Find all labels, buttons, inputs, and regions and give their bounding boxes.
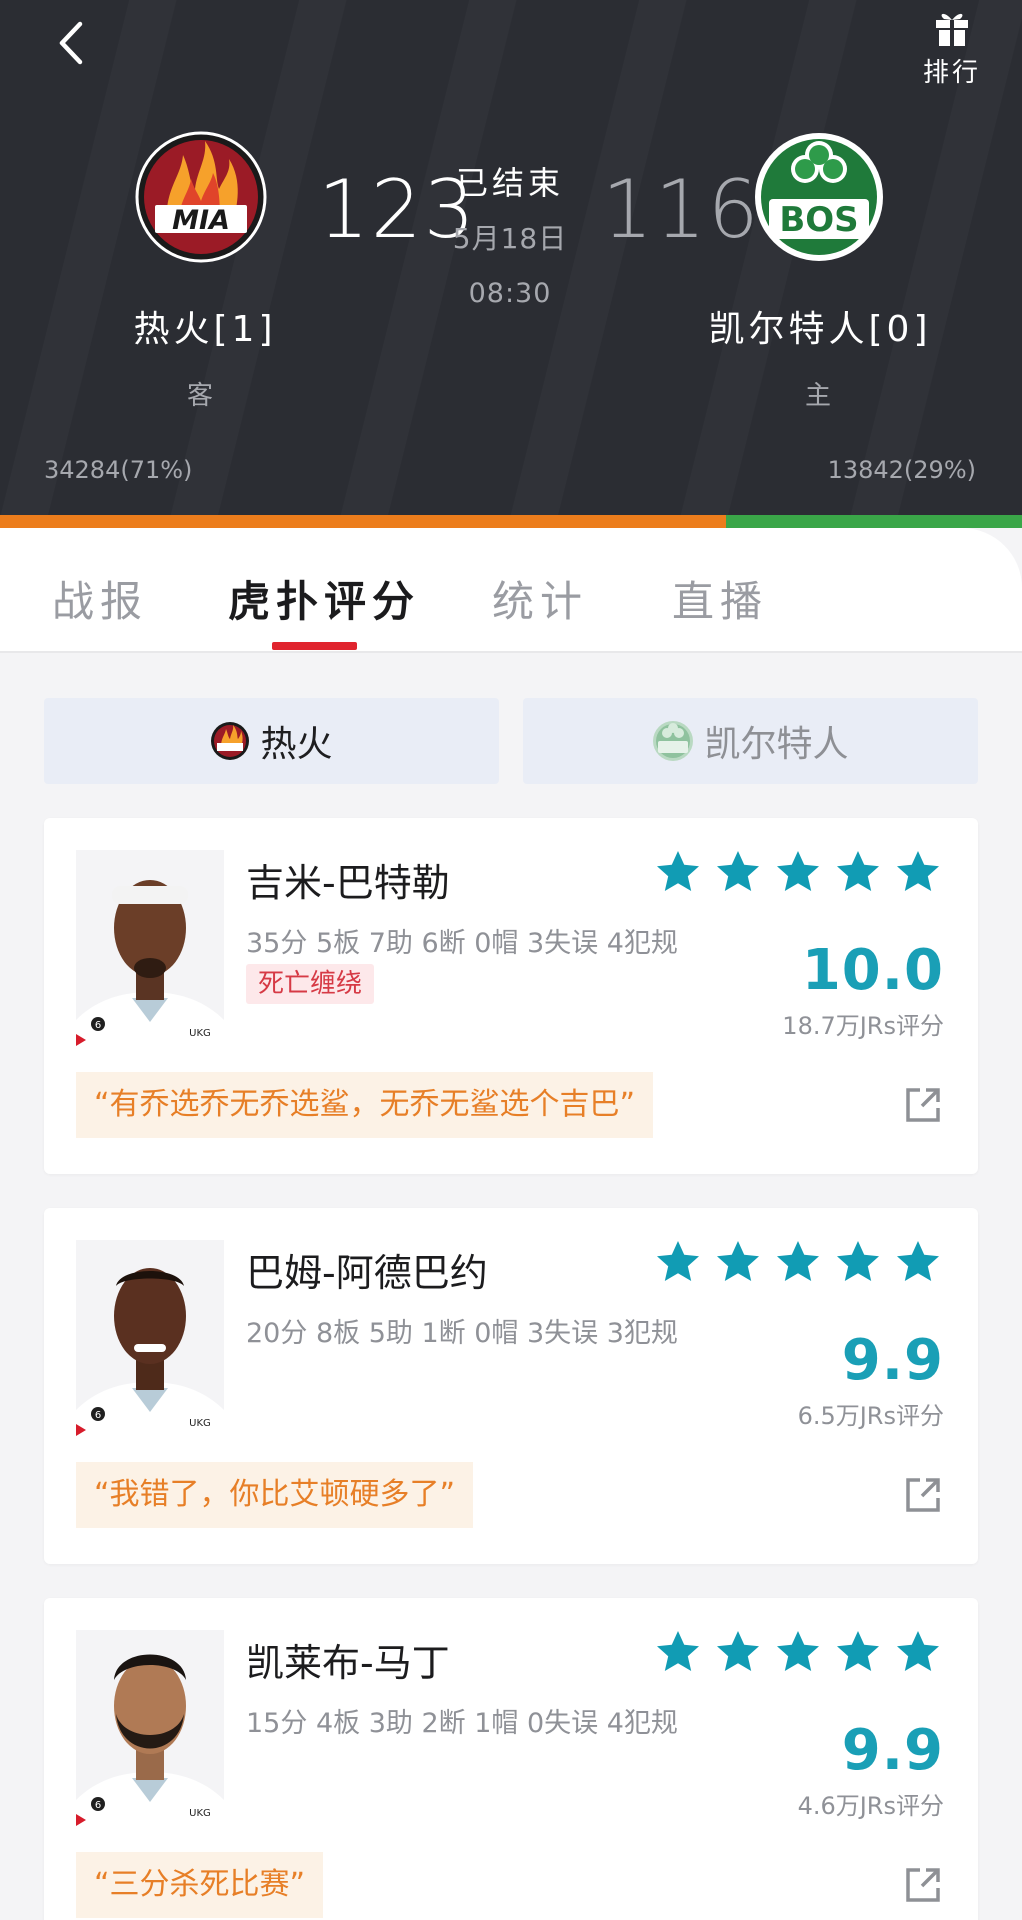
tab-bar: 战报 虎扑评分 统计 直播 bbox=[0, 528, 1022, 653]
svg-text:6: 6 bbox=[95, 1410, 101, 1421]
share-button[interactable] bbox=[904, 1086, 942, 1124]
star-icon bbox=[897, 851, 939, 891]
away-vote-count: 13842(29%) bbox=[827, 456, 976, 484]
star-icon bbox=[657, 1631, 699, 1671]
back-button[interactable] bbox=[50, 18, 100, 68]
tab-stats[interactable]: 统计 bbox=[492, 568, 588, 629]
share-icon bbox=[906, 1088, 940, 1122]
team-toggle-heat-label: 热火 bbox=[260, 724, 333, 765]
star-icon bbox=[837, 1241, 879, 1281]
chevron-left-icon bbox=[59, 21, 83, 65]
away-team-name[interactable]: 凯尔特人[0] bbox=[700, 300, 940, 352]
share-icon bbox=[906, 1478, 940, 1512]
ranking-label: 排行 bbox=[922, 58, 981, 88]
player-tag: 死亡缠绕 bbox=[246, 964, 375, 1004]
star-icon bbox=[717, 1631, 759, 1671]
player-score: 9.9 bbox=[841, 1718, 944, 1783]
heat-mini-logo bbox=[211, 722, 250, 760]
away-team-side: 主 bbox=[804, 381, 831, 411]
player-photo: 6 UKG bbox=[76, 1240, 224, 1436]
svg-text:6: 6 bbox=[95, 1800, 101, 1811]
star-icon bbox=[717, 851, 759, 891]
team-toggle-heat[interactable]: 热火 bbox=[44, 698, 499, 784]
star-icon bbox=[777, 1631, 819, 1671]
star-icon bbox=[777, 1241, 819, 1281]
tab-hupu-rating[interactable]: 虎扑评分 bbox=[228, 568, 420, 629]
celtics-mini-logo bbox=[653, 721, 694, 761]
star-icon bbox=[717, 1241, 759, 1281]
game-time: 08:30 bbox=[468, 278, 552, 309]
player-stats: 35分 5板 7助 6断 0帽 3失误 4犯规 bbox=[246, 928, 678, 959]
star-icon bbox=[837, 1631, 879, 1671]
share-icon bbox=[906, 1868, 940, 1902]
star-icon bbox=[897, 1241, 939, 1281]
player-quote[interactable]: “我错了，你比艾顿硬多了” bbox=[76, 1462, 474, 1528]
vote-bar bbox=[0, 515, 1022, 528]
player-photo: 6 UKG bbox=[76, 850, 224, 1046]
player-photo: 6 UKG bbox=[76, 1630, 224, 1826]
star-icon bbox=[657, 1241, 699, 1281]
tab-report[interactable]: 战报 bbox=[52, 568, 148, 629]
home-vote-count: 34284(71%) bbox=[44, 456, 193, 484]
ratings-panel: 战报 虎扑评分 统计 直播 热火 凯尔特人 6 UKG 吉米-巴特勒 35分 5… bbox=[0, 528, 1022, 1920]
player-score: 10.0 bbox=[801, 938, 944, 1003]
player-stats: 15分 4板 3助 2断 1帽 0失误 4犯规 bbox=[246, 1708, 678, 1739]
tab-live[interactable]: 直播 bbox=[672, 568, 768, 629]
team-toggle-celtics[interactable]: 凯尔特人 bbox=[523, 698, 978, 784]
svg-text:6: 6 bbox=[95, 1020, 101, 1031]
player-card[interactable]: 6 UKG 巴姆-阿德巴约 20分 8板 5助 1断 0帽 3失误 3犯规 9.… bbox=[44, 1208, 978, 1564]
active-tab-indicator bbox=[272, 642, 357, 650]
player-quote[interactable]: “三分杀死比赛” bbox=[76, 1852, 324, 1918]
svg-text:BOS: BOS bbox=[779, 200, 858, 240]
player-name: 吉米-巴特勒 bbox=[246, 861, 450, 905]
star-icon bbox=[777, 851, 819, 891]
star-rating bbox=[654, 848, 942, 896]
background-stripe bbox=[479, 0, 707, 528]
star-icon bbox=[837, 851, 879, 891]
svg-text:UKG: UKG bbox=[189, 1808, 211, 1819]
celtics-logo[interactable]: BOS bbox=[751, 129, 887, 265]
player-rating-count: 4.6万JRs评分 bbox=[797, 1792, 944, 1820]
home-team-name[interactable]: 热火[1] bbox=[120, 300, 290, 352]
home-vote-segment bbox=[0, 515, 726, 528]
player-rating-count: 6.5万JRs评分 bbox=[797, 1402, 944, 1430]
player-rating-count: 18.7万JRs评分 bbox=[782, 1012, 944, 1040]
gift-icon bbox=[936, 13, 968, 46]
ranking-button[interactable]: 排行 bbox=[912, 6, 992, 94]
background-stripe bbox=[309, 0, 537, 528]
home-team-side: 客 bbox=[186, 381, 213, 411]
star-icon bbox=[657, 851, 699, 891]
player-card[interactable]: 6 UKG 吉米-巴特勒 35分 5板 7助 6断 0帽 3失误 4犯规 死亡缠… bbox=[44, 818, 978, 1174]
player-name: 巴姆-阿德巴约 bbox=[246, 1251, 488, 1295]
player-name: 凯莱布-马丁 bbox=[246, 1641, 450, 1685]
star-rating bbox=[654, 1238, 942, 1286]
player-quote[interactable]: “有乔选乔无乔选鲨，无乔无鲨选个吉巴” bbox=[76, 1072, 654, 1138]
game-date: 5月18日 bbox=[452, 222, 568, 255]
player-card[interactable]: 6 UKG 凯莱布-马丁 15分 4板 3助 2断 1帽 0失误 4犯规 9.9… bbox=[44, 1598, 978, 1920]
svg-text:UKG: UKG bbox=[189, 1028, 211, 1039]
svg-text:MIA: MIA bbox=[172, 205, 230, 236]
share-button[interactable] bbox=[904, 1476, 942, 1514]
team-toggle-celtics-label: 凯尔特人 bbox=[704, 724, 849, 765]
game-header: 排行 MIA BOS 123 116 已结束 5月18日 08:30 热火[1]… bbox=[0, 0, 1022, 528]
star-rating bbox=[654, 1628, 942, 1676]
player-score: 9.9 bbox=[841, 1328, 944, 1393]
share-button[interactable] bbox=[904, 1866, 942, 1904]
away-vote-segment bbox=[725, 515, 1022, 528]
game-status: 已结束 bbox=[455, 164, 564, 202]
heat-logo[interactable]: MIA bbox=[133, 129, 269, 265]
star-icon bbox=[897, 1631, 939, 1671]
away-score: 116 bbox=[602, 163, 761, 256]
player-stats: 20分 8板 5助 1断 0帽 3失误 3犯规 bbox=[246, 1318, 678, 1349]
svg-text:UKG: UKG bbox=[189, 1418, 211, 1429]
